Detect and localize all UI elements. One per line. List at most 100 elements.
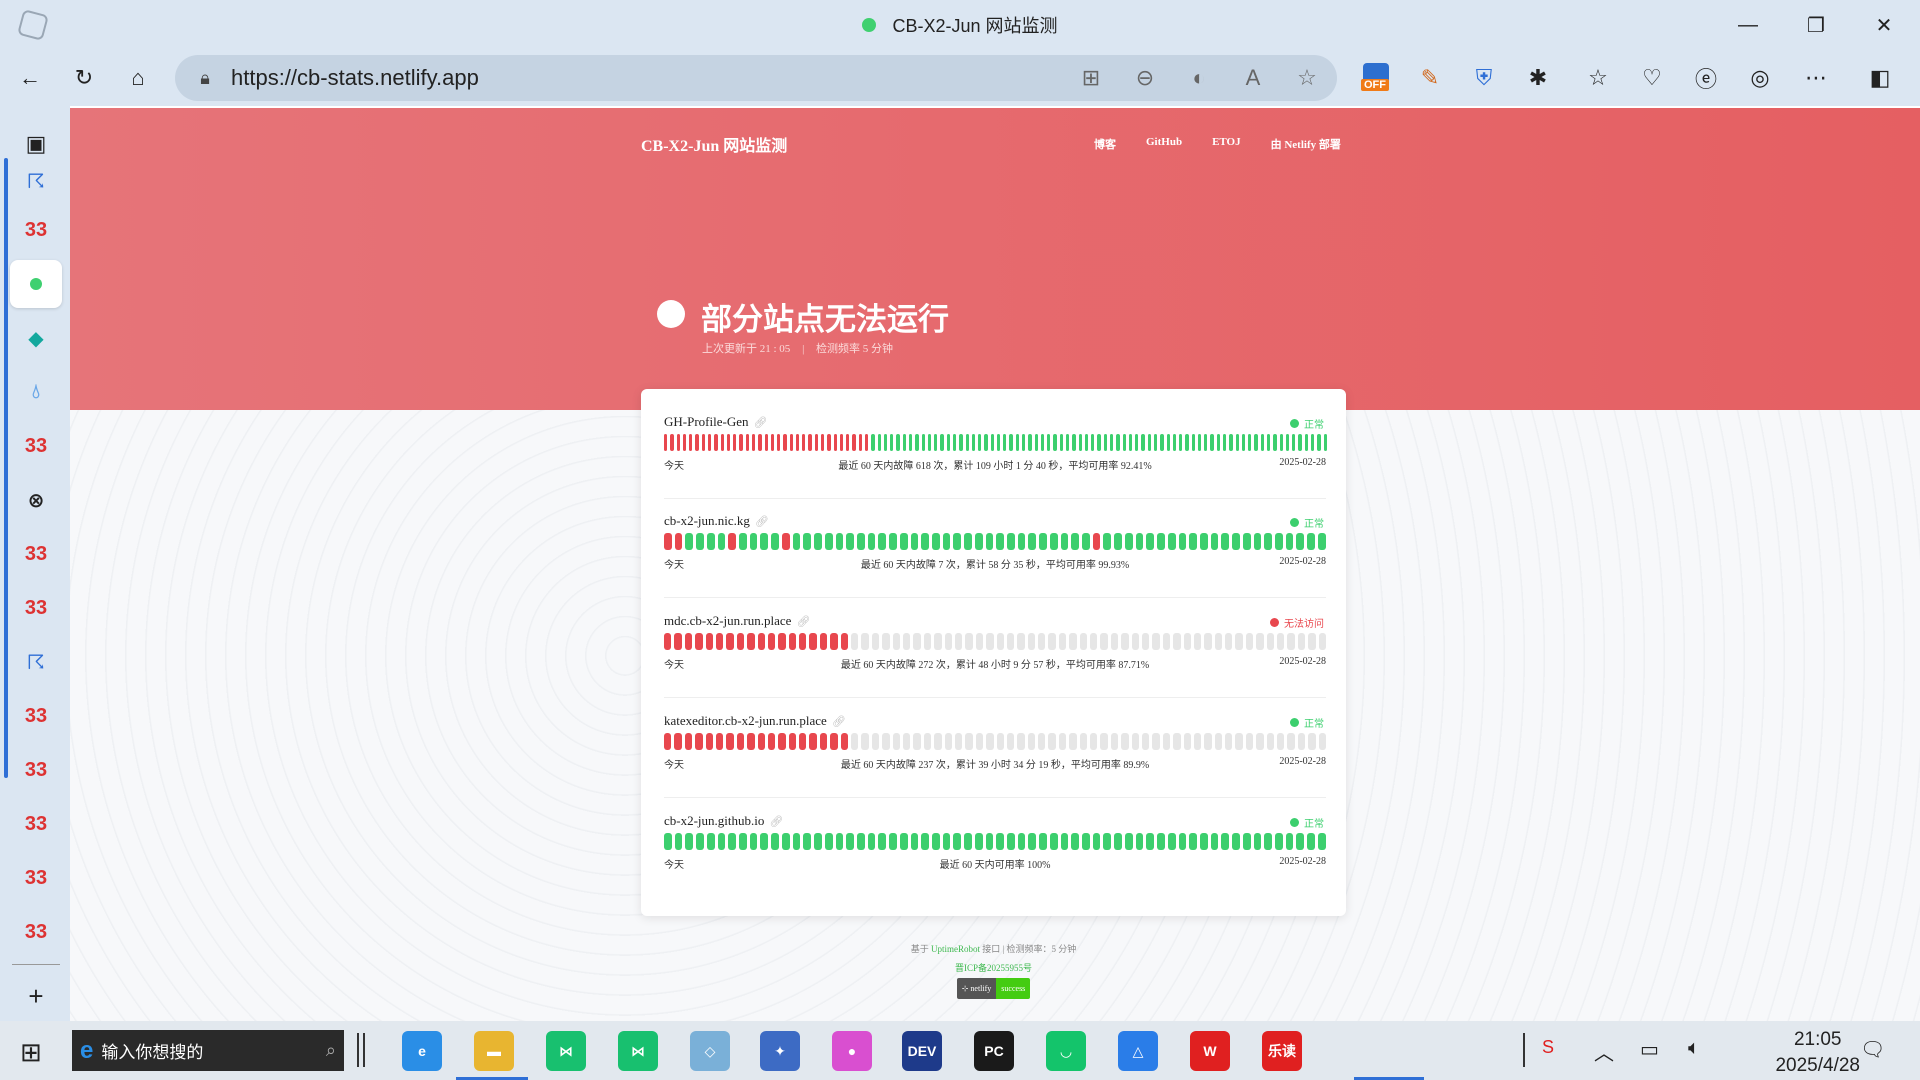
monitor-name[interactable]: katexeditor.cb-x2-jun.run.place [664, 713, 827, 728]
uptime-bar[interactable] [1204, 434, 1208, 451]
uptime-bar[interactable] [1069, 633, 1077, 650]
uptime-bar[interactable] [1110, 733, 1119, 750]
uptime-bar[interactable] [1017, 533, 1026, 550]
uptime-bar[interactable] [674, 733, 682, 750]
extension-off-icon[interactable]: OFF [1356, 56, 1396, 100]
uptime-bar[interactable] [1225, 733, 1233, 750]
sidebar-tab-icon[interactable]: 33 [10, 746, 62, 794]
uptime-bar[interactable] [670, 434, 674, 451]
uptime-bar[interactable] [1232, 533, 1240, 550]
uptime-bar[interactable] [1260, 434, 1264, 451]
uptime-bar[interactable] [996, 633, 1004, 650]
uptime-bar[interactable] [1178, 833, 1187, 850]
uptime-bar[interactable] [851, 633, 859, 650]
uptime-bar[interactable] [757, 633, 765, 650]
uptime-bar[interactable] [1092, 833, 1101, 850]
uptime-bar[interactable] [931, 533, 940, 550]
uptime-bar[interactable] [1114, 833, 1122, 850]
uptime-bar[interactable] [821, 434, 825, 451]
icp-link[interactable]: 晋ICP备20255955号 [641, 959, 1346, 978]
uptime-bar[interactable] [1210, 533, 1219, 550]
uptime-bar[interactable] [1253, 533, 1262, 550]
uptime-bar[interactable] [674, 833, 683, 850]
uptime-bar[interactable] [705, 733, 713, 750]
browser-essentials-icon[interactable]: ♡ [1632, 56, 1672, 100]
uptime-bar[interactable] [1254, 434, 1258, 451]
uptime-bar[interactable] [1297, 633, 1306, 650]
taskbar-app-icon[interactable]: ⋈ [546, 1031, 586, 1071]
uptime-bar[interactable] [1039, 533, 1047, 550]
uptime-bar[interactable] [861, 633, 869, 650]
uptime-bar[interactable] [1007, 833, 1015, 850]
uptime-bar[interactable] [814, 533, 822, 550]
sidebar-tab-icon[interactable]: 33 [10, 422, 62, 470]
uptime-bar[interactable] [1157, 533, 1165, 550]
uptime-bar[interactable] [1040, 434, 1045, 451]
url-text[interactable]: https://cb-stats.netlify.app [231, 65, 479, 91]
uptime-bar[interactable] [1028, 434, 1032, 451]
uptime-bar[interactable] [1103, 833, 1112, 850]
uptime-bar[interactable] [1214, 733, 1223, 750]
uptime-bar[interactable] [1310, 434, 1315, 451]
uptime-bar[interactable] [1124, 533, 1133, 550]
link-icon[interactable]: 🔗︎ [796, 616, 810, 628]
uptime-bar[interactable] [1135, 833, 1144, 850]
uptime-bar[interactable] [777, 434, 781, 451]
uptime-bar[interactable] [1071, 533, 1080, 550]
uptime-bar[interactable] [1297, 733, 1306, 750]
taskbar-app-icon[interactable]: △ [1118, 1031, 1158, 1071]
uptime-bar[interactable] [1307, 533, 1315, 550]
more-menu-icon[interactable]: ⋯ [1796, 56, 1836, 100]
uptime-bar[interactable] [1034, 434, 1038, 451]
uptime-bar[interactable] [833, 434, 837, 451]
uptime-bar[interactable] [689, 434, 693, 451]
uptime-bar[interactable] [975, 733, 984, 750]
uptime-bar[interactable] [877, 434, 881, 451]
uptime-bar[interactable] [1173, 633, 1181, 650]
uptime-bar[interactable] [1210, 833, 1219, 850]
uptime-bar[interactable] [1323, 434, 1327, 451]
uptime-bar[interactable] [1066, 434, 1070, 451]
uptime-bar[interactable] [921, 434, 925, 451]
uptime-bar[interactable] [985, 533, 994, 550]
uptime-bar[interactable] [1039, 833, 1047, 850]
uptime-bar[interactable] [824, 533, 833, 550]
uptime-bar[interactable] [1223, 434, 1227, 451]
uptime-bar[interactable] [931, 833, 940, 850]
uptime-bar[interactable] [910, 833, 919, 850]
uptime-bar[interactable] [889, 833, 897, 850]
uptime-bar[interactable] [892, 733, 900, 750]
uptime-bar[interactable] [1204, 633, 1212, 650]
uptime-bar[interactable] [1183, 633, 1191, 650]
uptime-bar[interactable] [676, 434, 680, 451]
uptime-bar[interactable] [1277, 733, 1285, 750]
uptime-bar[interactable] [1221, 833, 1230, 850]
uptime-bar[interactable] [695, 633, 703, 650]
uptime-bar[interactable] [1285, 434, 1290, 451]
restore-button[interactable]: ❐ [1786, 0, 1846, 50]
uptime-bar[interactable] [778, 733, 786, 750]
uptime-bar[interactable] [674, 633, 682, 650]
uptime-bar[interactable] [1308, 733, 1316, 750]
uptime-bar[interactable] [1199, 533, 1208, 550]
new-tab-plus-icon[interactable]: + [10, 972, 62, 1020]
uptime-bar[interactable] [1100, 633, 1108, 650]
taskbar-app-icon[interactable]: ◇ [690, 1031, 730, 1071]
uptime-bar[interactable] [1256, 633, 1264, 650]
uptime-bar[interactable] [799, 633, 807, 650]
uptime-bar[interactable] [856, 833, 865, 850]
uptime-bar[interactable] [792, 833, 801, 850]
uptime-bar[interactable] [835, 533, 844, 550]
favorites-icon[interactable]: ☆ [1578, 56, 1618, 100]
uptime-bar[interactable] [771, 533, 779, 550]
monitor-name[interactable]: mdc.cb-x2-jun.run.place [664, 613, 791, 628]
uptime-bar[interactable] [1267, 434, 1271, 451]
uptime-bar[interactable] [1221, 533, 1230, 550]
uptime-bar[interactable] [871, 434, 875, 451]
uptime-bar[interactable] [1241, 434, 1246, 451]
uptime-bar[interactable] [1287, 633, 1295, 650]
uptime-bar[interactable] [1317, 833, 1326, 850]
uptime-bar[interactable] [1287, 733, 1295, 750]
notification-icon[interactable]: 🗨︎ [1860, 1037, 1885, 1062]
uptime-bar[interactable] [882, 633, 890, 650]
